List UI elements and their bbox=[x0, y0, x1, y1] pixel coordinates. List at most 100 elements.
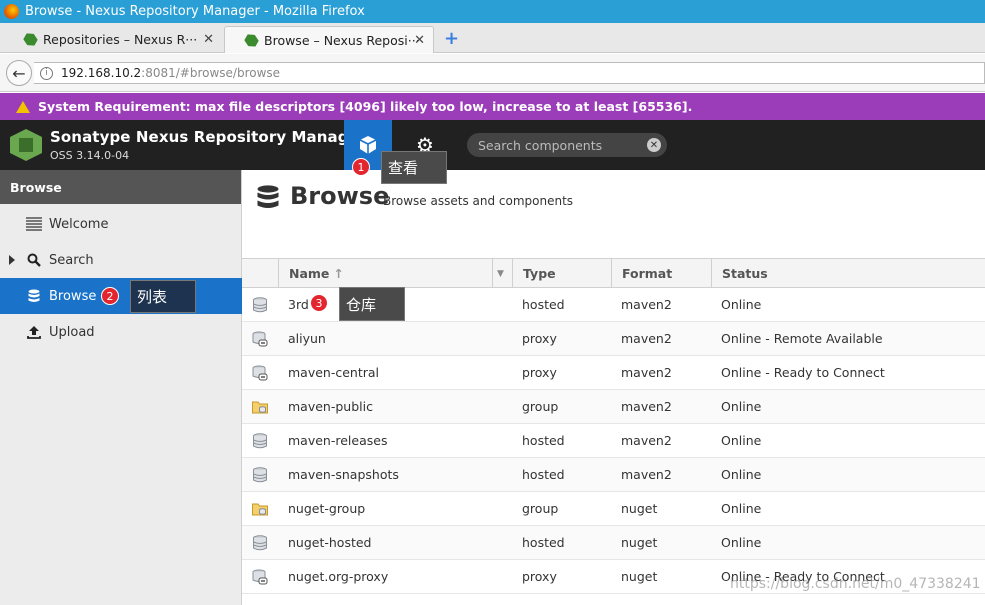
repo-format: maven2 bbox=[621, 467, 672, 482]
page-title: Browse bbox=[290, 182, 390, 210]
repo-status: Online bbox=[721, 399, 762, 414]
repo-name: nuget-hosted bbox=[288, 535, 372, 550]
tab-browse[interactable]: Browse – Nexus Reposi··· ✕ bbox=[224, 26, 434, 53]
repo-type: hosted bbox=[522, 433, 565, 448]
table-row[interactable]: nuget-group group nuget Online bbox=[242, 492, 985, 526]
repo-type: proxy bbox=[522, 569, 557, 584]
repo-status: Online - Remote Available bbox=[721, 331, 883, 346]
expand-arrow-icon[interactable] bbox=[9, 255, 15, 265]
repo-status: Online bbox=[721, 501, 762, 516]
repo-name: nuget.org-proxy bbox=[288, 569, 389, 584]
repo-name: 3rd bbox=[288, 297, 309, 312]
repo-status: Online bbox=[721, 467, 762, 482]
repo-name: maven-public bbox=[288, 399, 373, 414]
repo-name: nuget-group bbox=[288, 501, 366, 516]
repo-status: Online - Ready to Connect bbox=[721, 365, 885, 380]
table-row[interactable]: maven-public group maven2 Online bbox=[242, 390, 985, 424]
url-field[interactable]: i 192.168.10.2:8081/#browse/browse bbox=[34, 62, 985, 84]
watermark: https://blog.csdn.net/m0_47338241 bbox=[730, 576, 981, 592]
repo-status: Online bbox=[721, 297, 762, 312]
table-row[interactable]: maven-releases hosted maven2 Online bbox=[242, 424, 985, 458]
close-tab-icon[interactable]: ✕ bbox=[414, 33, 425, 48]
type-column-header[interactable]: Type bbox=[512, 259, 611, 288]
sidebar-item-label: Upload bbox=[49, 324, 95, 340]
repo-group-icon bbox=[252, 399, 268, 415]
app-version: OSS 3.14.0-04 bbox=[50, 149, 130, 162]
repo-format: maven2 bbox=[621, 297, 672, 312]
repo-hosted-icon bbox=[252, 297, 268, 313]
tab-repositories[interactable]: Repositories – Nexus R··· ✕ bbox=[4, 26, 222, 53]
list-icon bbox=[26, 217, 42, 231]
column-label: Status bbox=[722, 266, 768, 281]
repo-format: maven2 bbox=[621, 331, 672, 346]
cube-icon bbox=[359, 136, 377, 154]
navigation-bar: ← i 192.168.10.2:8081/#browse/browse bbox=[0, 54, 985, 92]
column-label: Type bbox=[523, 266, 556, 281]
window-titlebar: Browse - Nexus Repository Manager - Mozi… bbox=[0, 0, 985, 23]
app-header: Sonatype Nexus Repository Manager OSS 3.… bbox=[0, 120, 985, 170]
icon-column-header bbox=[242, 259, 278, 288]
repo-format: maven2 bbox=[621, 399, 672, 414]
repo-format: nuget bbox=[621, 501, 658, 516]
tab-bar: Repositories – Nexus R··· ✕ Browse – Nex… bbox=[0, 23, 985, 53]
table-row[interactable]: nuget-hosted hosted nuget Online bbox=[242, 526, 985, 560]
search-icon bbox=[26, 253, 42, 267]
sidebar-item-browse[interactable]: Browse bbox=[0, 278, 242, 314]
sidebar-item-label: Browse bbox=[49, 288, 97, 304]
repo-proxy-icon bbox=[252, 365, 268, 381]
nexus-logo-icon bbox=[10, 129, 42, 161]
name-column-header[interactable]: Name ↑ bbox=[278, 259, 512, 288]
repo-proxy-icon bbox=[252, 569, 268, 585]
sidebar-item-upload[interactable]: Upload bbox=[0, 314, 242, 350]
url-host: 192.168.10.2 bbox=[61, 66, 142, 80]
table-row[interactable]: maven-snapshots hosted maven2 Online bbox=[242, 458, 985, 492]
repo-group-icon bbox=[252, 501, 268, 517]
url-path: :8081/#browse/browse bbox=[141, 66, 281, 80]
sidebar-item-welcome[interactable]: Welcome bbox=[0, 206, 242, 242]
info-icon[interactable]: i bbox=[40, 66, 53, 80]
new-tab-icon[interactable]: + bbox=[444, 28, 459, 49]
database-icon bbox=[257, 185, 279, 208]
clear-search-icon[interactable]: ✕ bbox=[647, 138, 661, 152]
nexus-favicon-icon bbox=[243, 31, 261, 49]
repo-type: group bbox=[522, 501, 559, 516]
repo-hosted-icon bbox=[252, 467, 268, 483]
sort-ascending-icon: ↑ bbox=[333, 266, 344, 281]
repo-proxy-icon bbox=[252, 331, 268, 347]
repo-status: Online bbox=[721, 433, 762, 448]
window-title: Browse - Nexus Repository Manager - Mozi… bbox=[25, 4, 365, 19]
nexus-favicon-icon bbox=[22, 31, 40, 49]
repo-name: maven-releases bbox=[288, 433, 388, 448]
database-icon bbox=[26, 289, 42, 303]
search-components-input[interactable]: Search components ✕ bbox=[467, 133, 667, 157]
repo-name: aliyun bbox=[288, 331, 326, 346]
tab-label: Browse – Nexus Reposi··· bbox=[264, 32, 420, 48]
sidebar-item-label: Search bbox=[49, 252, 94, 268]
close-tab-icon[interactable]: ✕ bbox=[203, 32, 214, 47]
back-button[interactable]: ← bbox=[6, 60, 32, 86]
repo-name: maven-snapshots bbox=[288, 467, 399, 482]
repo-format: nuget bbox=[621, 535, 658, 550]
repo-status: Online bbox=[721, 535, 762, 550]
status-column-header[interactable]: Status bbox=[711, 259, 985, 288]
annotation-badge-1: 1 bbox=[352, 158, 370, 176]
repo-type: hosted bbox=[522, 467, 565, 482]
repo-format: maven2 bbox=[621, 365, 672, 380]
main-panel: Browse Browse assets and components Name… bbox=[242, 170, 985, 605]
column-label: Name bbox=[289, 266, 330, 281]
sidebar-item-search[interactable]: Search bbox=[0, 242, 242, 278]
table-body: 3rd hosted maven2 Online aliyun proxy maven2 On… bbox=[242, 288, 985, 594]
annotation-callout-2: 列表 bbox=[130, 280, 196, 313]
search-placeholder: Search components bbox=[478, 137, 603, 153]
repo-hosted-icon bbox=[252, 535, 268, 551]
repo-type: hosted bbox=[522, 297, 565, 312]
column-menu-button[interactable]: ▼ bbox=[492, 259, 512, 288]
format-column-header[interactable]: Format bbox=[611, 259, 711, 288]
table-row[interactable]: aliyun proxy maven2 Online - Remote Availab… bbox=[242, 322, 985, 356]
repo-format: nuget bbox=[621, 569, 658, 584]
warning-icon bbox=[16, 100, 30, 113]
warning-text: System Requirement: max file descriptors… bbox=[38, 99, 693, 114]
repo-format: maven2 bbox=[621, 433, 672, 448]
table-row[interactable]: maven-central proxy maven2 Online - Ready t… bbox=[242, 356, 985, 390]
system-warning-banner: System Requirement: max file descriptors… bbox=[0, 93, 985, 120]
